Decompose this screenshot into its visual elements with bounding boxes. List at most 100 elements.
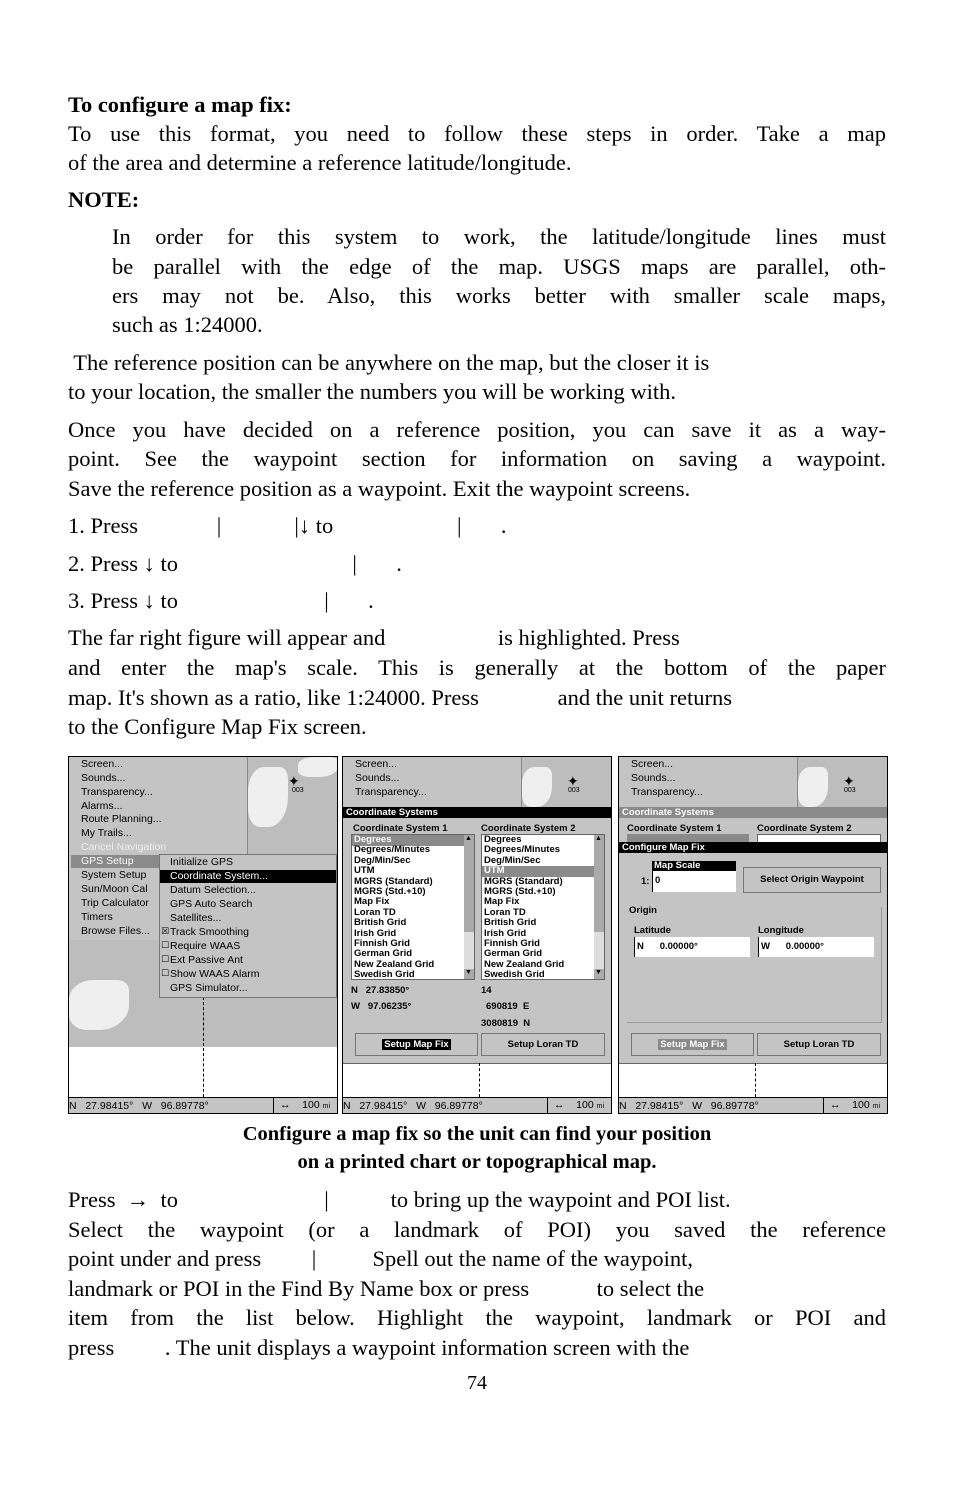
paragraph-line: map. It's shown as a ratio, like 1:24000… [68, 685, 732, 710]
menu-item[interactable]: Transparency... [631, 786, 703, 799]
menu-item[interactable]: Route Planning... [81, 813, 162, 826]
paragraph-line: to the Configure Map Fix screen. [68, 714, 367, 739]
map-scale-label: Map Scale [652, 861, 736, 871]
dialog-title: Coordinate Systems [343, 807, 611, 818]
paragraph-line: Select the waypoint (or a landmark of PO… [68, 1217, 886, 1242]
scroll-down-icon[interactable]: ▼ [465, 969, 472, 976]
menu-item[interactable]: Browse Files... [81, 925, 150, 938]
gps-setup-submenu: Initialize GPS Coordinate System... Datu… [159, 854, 337, 998]
checkbox-icon[interactable]: ☐ [161, 954, 169, 965]
cs2-list[interactable]: Degrees Degrees/Minutes Deg/Min/Sec UTM MGRS… [481, 834, 605, 980]
submenu-item[interactable]: GPS Simulator... [170, 982, 248, 995]
setup-loran-td-button[interactable]: Setup Loran TD [481, 1033, 605, 1056]
screenshot-gps-setup-menu: ✦ 003 Screen... Sounds... Transparency..… [68, 756, 338, 1114]
cs2-label: Coordinate System 2 [757, 823, 852, 834]
setup-loran-td-button[interactable]: Setup Loran TD [757, 1033, 881, 1056]
waypoint-label: 003 [568, 787, 580, 794]
latitude-input[interactable]: N 0.00000° [634, 937, 750, 957]
menu-item[interactable]: Screen... [81, 758, 123, 771]
submenu-item-selected[interactable]: Coordinate System... [170, 870, 268, 883]
submenu-item[interactable]: Datum Selection... [170, 884, 256, 897]
checkbox-checked-icon[interactable]: ☒ [161, 926, 169, 937]
cs1-label: Coordinate System 1 [627, 823, 722, 834]
submenu-item[interactable]: GPS Auto Search [170, 898, 252, 911]
utm-zone: 14 [481, 985, 492, 996]
menu-item[interactable]: Timers [81, 911, 113, 924]
scrollbar[interactable]: ▲ ▼ [594, 835, 604, 979]
setup-map-fix-button[interactable]: Setup Map Fix [631, 1033, 754, 1056]
submenu-item[interactable]: Ext Passive Ant [170, 954, 243, 967]
lon-readout: W 97.06235° [351, 1001, 412, 1012]
list-item[interactable]: Swedish Grid [484, 970, 545, 981]
submenu-item[interactable]: Initialize GPS [170, 856, 233, 869]
note-line: such as 1:24000. [112, 312, 263, 337]
origin-label: Origin [629, 905, 657, 916]
menu-item[interactable]: Screen... [355, 758, 397, 771]
menu-item[interactable]: My Trails... [81, 827, 132, 840]
paragraph-line: of the area and determine a reference la… [68, 150, 572, 175]
paragraph-line: landmark or POI in the Find By Name box … [68, 1276, 705, 1301]
menu-item[interactable]: Transparency... [355, 786, 427, 799]
scrollbar[interactable]: ▲ ▼ [464, 835, 474, 979]
checkbox-icon[interactable]: ☐ [161, 940, 169, 951]
scroll-down-icon[interactable]: ▼ [595, 969, 602, 976]
note-label: NOTE: [68, 187, 140, 212]
menu-item[interactable]: Trip Calculator [81, 897, 149, 910]
paragraph-line: point under and press | Spell out the na… [68, 1246, 694, 1271]
page-number: 74 [467, 1372, 487, 1394]
submenu-item[interactable]: Require WAAS [170, 940, 240, 953]
position-readout: N 27.98415° W 96.89778° [619, 1100, 759, 1112]
dialog-title: Coordinate Systems [619, 807, 887, 818]
waypoint-label: 003 [292, 787, 304, 794]
scale-readout: ↔ 100 mi [273, 1097, 330, 1113]
waypoint-label: 003 [844, 787, 856, 794]
menu-item[interactable]: Alarms... [81, 800, 122, 813]
note-line: ers may not be. Also, this works better … [112, 283, 886, 308]
scroll-up-icon[interactable]: ▲ [465, 835, 472, 842]
position-readout: N 27.98415° W 96.89778° [343, 1100, 483, 1112]
config-dialog-title: Configure Map Fix [619, 842, 887, 853]
checkbox-icon[interactable]: ☐ [161, 968, 169, 979]
figure-caption: Configure a map fix so the unit can find… [242, 1123, 712, 1145]
paragraph-line: Press → to | to bring up the waypoint an… [68, 1187, 731, 1212]
menu-item[interactable]: System Setup [81, 869, 146, 882]
cs2-label: Coordinate System 2 [481, 823, 576, 834]
cs1-list[interactable]: Degrees Degrees/Minutes Deg/Min/Sec UTM MGRS… [351, 834, 475, 980]
menu-item[interactable]: Screen... [631, 758, 673, 771]
list-item[interactable]: Swedish Grid [354, 970, 415, 981]
menu-item-disabled: Cancel Navigation [81, 841, 167, 853]
paragraph-line: to your location, the smaller the number… [68, 379, 677, 404]
step-1: 1. Press | |↓ to | . [68, 513, 507, 538]
submenu-item[interactable]: Satellites... [170, 912, 221, 925]
paragraph-line: point. See the waypoint section for info… [68, 446, 886, 471]
menu-item[interactable]: Sun/Moon Cal [81, 883, 148, 896]
paragraph-line: Save the reference position as a waypoin… [68, 476, 691, 501]
paragraph-line: The far right figure will appear and is … [68, 625, 680, 650]
menu-item[interactable]: Sounds... [355, 772, 399, 785]
submenu-item[interactable]: Track Smoothing [170, 926, 249, 939]
paragraph-line: press . The unit displays a waypoint inf… [68, 1335, 690, 1360]
setup-map-fix-button[interactable]: Setup Map Fix [355, 1033, 478, 1056]
latitude-label: Latitude [634, 925, 671, 936]
position-readout: N 27.98415° W 96.89778° [69, 1100, 209, 1112]
utm-easting: 690819 E [486, 1001, 530, 1012]
scale-prefix: 1: [641, 876, 650, 887]
map-scale-input[interactable]: 0 [652, 871, 736, 892]
map-view: ✦ 003 [247, 757, 337, 854]
scroll-up-icon[interactable]: ▲ [595, 835, 602, 842]
utm-northing: 3080819 N [481, 1018, 531, 1029]
menu-item[interactable]: Sounds... [81, 772, 125, 785]
manual-page: To configure a map fix: To use this form… [0, 0, 954, 1487]
longitude-input[interactable]: W 0.00000° [758, 937, 874, 957]
step-3: 3. Press ↓ to | . [68, 588, 374, 613]
menu-item-selected[interactable]: GPS Setup [81, 855, 134, 868]
submenu-item[interactable]: Show WAAS Alarm [170, 968, 259, 981]
note-line: In order for this system to work, the la… [112, 224, 886, 249]
screenshot-configure-map-fix: ✦ 003 Screen... Sounds... Transparency..… [618, 756, 888, 1114]
cs1-label: Coordinate System 1 [353, 823, 448, 834]
select-origin-waypoint-button[interactable]: Select Origin Waypoint [743, 867, 881, 893]
menu-item[interactable]: Sounds... [631, 772, 675, 785]
menu-item[interactable]: Transparency... [81, 786, 153, 799]
note-line: be parallel with the edge of the map. US… [112, 254, 886, 279]
step-2: 2. Press ↓ to | . [68, 551, 402, 576]
